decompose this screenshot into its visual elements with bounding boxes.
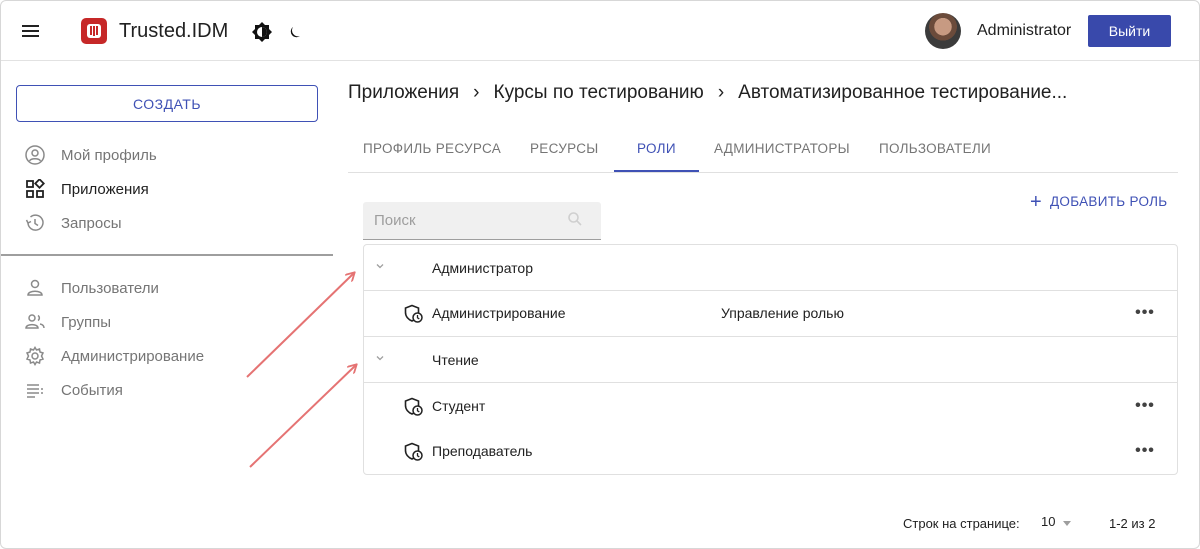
role-name: Студент xyxy=(432,398,486,414)
list-icon xyxy=(23,378,47,402)
app-window: Trusted.IDM Administrator Выйти СОЗДАТЬ … xyxy=(0,0,1200,549)
top-app-bar: Trusted.IDM Administrator Выйти xyxy=(1,1,1199,61)
sidebar-item-label: Мой профиль xyxy=(61,146,157,164)
chevron-right-icon: › xyxy=(473,82,480,103)
tab-bar: ПРОФИЛЬ РЕСУРСА РЕСУРСЫ РОЛИ АДМИНИСТРАТ… xyxy=(348,127,1178,173)
roles-table: Администратор Администрирование Управлен… xyxy=(363,244,1178,475)
breadcrumb: Приложения › Курсы по тестированию › Автомат… xyxy=(348,82,1067,104)
sidebar-item-applications[interactable]: Приложения xyxy=(23,175,323,203)
rows-per-page-label: Строк на странице: xyxy=(903,516,1020,531)
more-options-icon[interactable]: ••• xyxy=(1133,441,1157,461)
group-name: Чтение xyxy=(432,352,479,368)
role-name: Администрирование xyxy=(432,305,566,321)
gear-icon xyxy=(23,344,47,368)
search-input[interactable] xyxy=(363,202,563,239)
avatar[interactable] xyxy=(925,13,961,49)
more-options-icon[interactable]: ••• xyxy=(1133,303,1157,323)
sidebar-item-label: Группы xyxy=(61,313,111,331)
logo-mark-icon xyxy=(87,24,101,38)
hamburger-menu-icon[interactable] xyxy=(21,21,41,41)
group-name: Администратор xyxy=(432,260,534,276)
sidebar-item-label: Администрирование xyxy=(61,347,205,365)
chevron-right-icon: › xyxy=(717,82,725,103)
breadcrumb-item-course[interactable]: Курсы по тестированию xyxy=(494,82,704,103)
table-row[interactable]: Преподаватель ••• xyxy=(364,429,1177,475)
brightness-icon[interactable] xyxy=(251,21,273,43)
table-row[interactable]: Администрирование Управление ролью ••• xyxy=(364,291,1177,337)
history-icon xyxy=(23,211,47,235)
sidebar-item-administration[interactable]: Администрирование xyxy=(23,342,323,370)
more-options-icon[interactable]: ••• xyxy=(1133,396,1157,416)
page-range: 1-2 из 2 xyxy=(1109,516,1156,531)
sidebar-item-my-profile[interactable]: Мой профиль xyxy=(23,141,323,169)
role-shield-icon xyxy=(404,397,423,416)
moon-icon[interactable] xyxy=(289,25,303,39)
sidebar-item-groups[interactable]: Группы xyxy=(23,308,323,336)
role-shield-icon xyxy=(404,442,423,461)
search-field xyxy=(363,202,601,240)
plus-icon: + xyxy=(1030,191,1042,213)
tab-users[interactable]: ПОЛЬЗОВАТЕЛИ xyxy=(879,127,991,173)
role-name: Преподаватель xyxy=(432,443,533,459)
tab-administrators[interactable]: АДМИНИСТРАТОРЫ xyxy=(714,127,850,173)
sidebar-item-label: События xyxy=(61,381,123,399)
sidebar-item-requests[interactable]: Запросы xyxy=(23,209,323,237)
role-shield-icon xyxy=(404,304,423,323)
sidebar-item-events[interactable]: События xyxy=(23,376,323,404)
search-icon[interactable] xyxy=(567,211,583,232)
tab-roles[interactable]: РОЛИ xyxy=(637,127,676,173)
rows-per-page-value: 10 xyxy=(1041,514,1056,529)
group-row-administrator[interactable]: Администратор xyxy=(364,245,1177,291)
add-role-button[interactable]: + ДОБАВИТЬ РОЛЬ xyxy=(1030,191,1167,214)
breadcrumb-item-applications[interactable]: Приложения xyxy=(348,82,459,103)
tab-resource-profile[interactable]: ПРОФИЛЬ РЕСУРСА xyxy=(363,127,501,173)
logout-button[interactable]: Выйти xyxy=(1088,15,1171,47)
active-tab-indicator xyxy=(614,170,699,172)
sidebar-item-users[interactable]: Пользователи xyxy=(23,274,323,302)
chevron-down-icon[interactable] xyxy=(375,353,385,363)
sidebar-divider xyxy=(1,254,333,256)
sidebar-item-label: Пользователи xyxy=(61,279,159,297)
person-icon xyxy=(23,276,47,300)
app-title: Trusted.IDM xyxy=(119,20,229,42)
chevron-down-icon[interactable] xyxy=(375,261,385,271)
role-description: Управление ролью xyxy=(721,305,844,321)
table-row[interactable]: Студент ••• xyxy=(364,384,1177,430)
apps-grid-icon xyxy=(23,177,47,201)
user-name: Administrator xyxy=(977,22,1072,39)
group-icon xyxy=(23,310,47,334)
sidebar-item-label: Запросы xyxy=(61,214,122,232)
add-role-label: ДОБАВИТЬ РОЛЬ xyxy=(1049,194,1168,209)
create-button[interactable]: СОЗДАТЬ xyxy=(16,85,318,122)
app-logo xyxy=(81,18,107,44)
account-circle-icon xyxy=(23,143,47,167)
rows-per-page-select[interactable]: 10 xyxy=(1041,514,1075,534)
tab-resources[interactable]: РЕСУРСЫ xyxy=(530,127,599,173)
breadcrumb-item-current: Автоматизированное тестирование... xyxy=(738,82,1068,103)
group-row-read[interactable]: Чтение xyxy=(364,337,1177,383)
sidebar-item-label: Приложения xyxy=(61,180,149,198)
caret-down-icon xyxy=(1063,521,1071,526)
